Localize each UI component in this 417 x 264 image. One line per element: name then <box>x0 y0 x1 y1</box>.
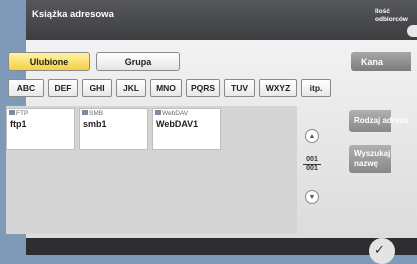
tab-group[interactable]: Grupa <box>96 52 180 71</box>
checkmark-icon: ✓ <box>374 242 385 257</box>
destination-type-label: SMB <box>82 110 103 117</box>
index-key-jkl[interactable]: JKL <box>116 79 146 97</box>
tab-favorites[interactable]: Ulubione <box>8 52 90 71</box>
index-key-other[interactable]: itp. <box>301 79 331 97</box>
destination-name: ftp1 <box>10 119 27 129</box>
chevron-down-icon: ▼ <box>308 193 316 201</box>
index-key-bar: ABC DEF GHI JKL MNO PQRS TUV WXYZ itp. <box>8 79 331 97</box>
destination-name: smb1 <box>83 119 107 129</box>
recipients-count-label: Ilość odbiorców <box>375 8 408 23</box>
index-key-ghi[interactable]: GHI <box>82 79 112 97</box>
index-key-wxyz[interactable]: WXYZ <box>259 79 297 97</box>
index-key-abc[interactable]: ABC <box>8 79 44 97</box>
search-name-button[interactable]: Wyszukaj nazwę <box>349 145 391 173</box>
destination-type-label: WebDAV <box>155 110 188 117</box>
index-key-pqrs[interactable]: PQRS <box>186 79 220 97</box>
page-current: 001 <box>306 156 318 163</box>
ftp-icon <box>9 110 15 115</box>
smb-icon <box>82 110 88 115</box>
title-bar: Książka adresowa Ilość odbiorców <box>26 0 417 40</box>
ok-button[interactable]: ✓ <box>369 238 395 264</box>
destination-name: WebDAV1 <box>156 119 199 129</box>
recipients-count-indicator <box>407 25 417 37</box>
list-item[interactable]: FTP ftp1 <box>6 108 75 150</box>
chevron-up-icon: ▲ <box>308 132 316 140</box>
index-key-tuv[interactable]: TUV <box>224 79 255 97</box>
index-key-def[interactable]: DEF <box>48 79 78 97</box>
list-item[interactable]: SMB smb1 <box>79 108 148 150</box>
scroll-up-button[interactable]: ▲ <box>305 129 319 143</box>
page-indicator: 001 001 <box>303 156 321 173</box>
kana-button[interactable]: Kana <box>351 52 411 71</box>
list-item[interactable]: WebDAV WebDAV1 <box>152 108 221 150</box>
scroll-down-button[interactable]: ▼ <box>305 190 319 204</box>
screen-title: Książka adresowa <box>32 9 114 20</box>
address-type-button[interactable]: Rodzaj adresu <box>349 110 409 132</box>
index-key-mno[interactable]: MNO <box>150 79 182 97</box>
webdav-icon <box>155 110 161 115</box>
destination-type-label: FTP <box>9 110 28 117</box>
page-total: 001 <box>303 164 321 173</box>
